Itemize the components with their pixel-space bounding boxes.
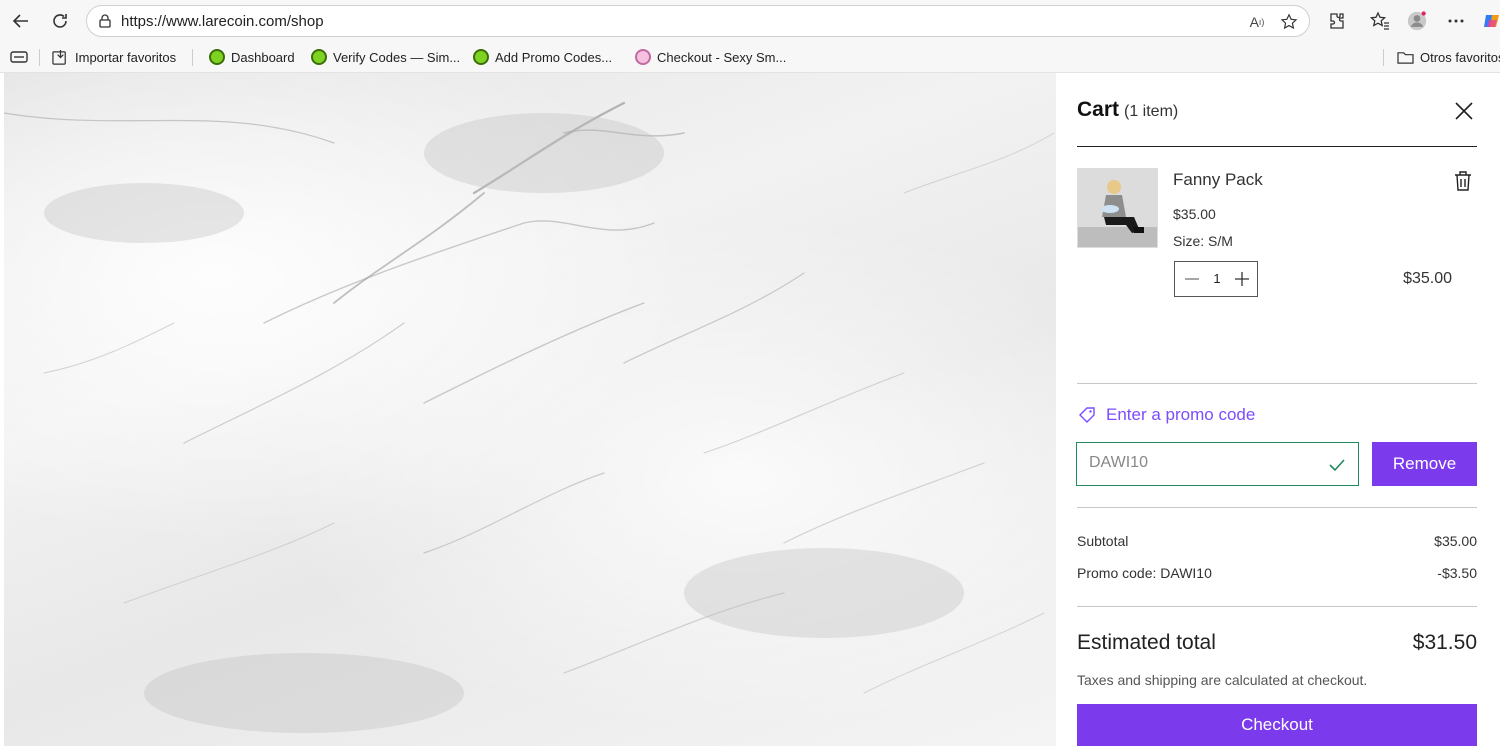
remove-promo-button[interactable]: Remove	[1372, 442, 1477, 486]
bookmark-verify-codes[interactable]: Verify Codes — Sim...	[311, 47, 460, 67]
browser-toolbar: https://www.larecoin.com/shop Aı)	[0, 0, 1500, 42]
item-size: Size: S/M	[1173, 233, 1233, 249]
increase-quantity-button[interactable]	[1233, 270, 1251, 288]
site-favicon	[635, 49, 651, 65]
item-line-total: $35.00	[1403, 270, 1452, 287]
checkout-button[interactable]: Checkout	[1077, 704, 1477, 746]
copilot-icon[interactable]	[1480, 9, 1500, 33]
minus-icon	[1185, 278, 1199, 280]
close-cart-button[interactable]	[1452, 99, 1476, 123]
url-text: https://www.larecoin.com/shop	[121, 13, 324, 30]
cart-title: Cart	[1077, 98, 1120, 121]
estimated-total-value: $31.50	[1412, 631, 1477, 654]
remove-item-button[interactable]	[1453, 170, 1473, 192]
back-button[interactable]	[8, 8, 34, 34]
bookmark-label: Importar favoritos	[75, 49, 177, 65]
import-favorites-icon	[52, 49, 66, 65]
promo-divider	[1077, 507, 1477, 508]
valid-check-icon	[1329, 459, 1345, 472]
bookmark-separator	[192, 49, 193, 66]
enter-promo-code-link[interactable]: Enter a promo code	[1077, 405, 1255, 425]
favorite-star-icon[interactable]	[1279, 12, 1299, 32]
subtotal-label: Subtotal	[1077, 533, 1129, 549]
bookmarks-bar: Importar favoritos Dashboard Verify Code…	[0, 42, 1500, 73]
refresh-icon	[53, 14, 67, 28]
trash-icon	[1455, 171, 1471, 191]
site-favicon	[473, 49, 489, 65]
bookmark-other-favorites[interactable]: Otros favoritos	[1397, 47, 1500, 67]
back-arrow-icon	[12, 14, 28, 28]
estimated-total-label: Estimated total	[1077, 631, 1216, 654]
more-menu-icon[interactable]	[1444, 9, 1468, 33]
promo-discount-value: -$3.50	[1437, 565, 1477, 581]
item-unit-price: $35.00	[1173, 206, 1216, 222]
tag-icon	[1079, 407, 1095, 423]
items-divider	[1077, 383, 1477, 384]
promo-link-label: Enter a promo code	[1106, 405, 1256, 424]
bookmark-separator	[1383, 49, 1384, 66]
promo-code-field	[1076, 442, 1359, 486]
bookmark-label: Add Promo Codes...	[495, 49, 613, 65]
bookmarks-menu-icon[interactable]	[10, 47, 28, 67]
decrease-quantity-button[interactable]	[1183, 270, 1201, 288]
product-thumbnail[interactable]	[1077, 168, 1158, 248]
marble-background-image	[4, 73, 1056, 746]
profile-avatar-icon[interactable]	[1405, 9, 1429, 33]
promo-code-input[interactable]	[1089, 454, 1309, 472]
tax-note: Taxes and shipping are calculated at che…	[1077, 672, 1368, 688]
promo-discount-label: Promo code: DAWI10	[1077, 565, 1212, 581]
bookmark-separator	[39, 49, 40, 66]
read-aloud-icon[interactable]: Aı)	[1247, 12, 1267, 32]
address-bar[interactable]: https://www.larecoin.com/shop Aı)	[86, 5, 1310, 37]
summary-divider	[1077, 606, 1477, 607]
plus-icon	[1235, 272, 1249, 286]
extensions-icon[interactable]	[1325, 9, 1349, 33]
bookmark-label: Verify Codes — Sim...	[333, 49, 461, 65]
site-favicon	[311, 49, 327, 65]
cart-item-count: (1 item)	[1124, 103, 1179, 120]
close-icon	[1455, 102, 1473, 120]
header-divider	[1077, 146, 1477, 147]
bookmark-dashboard[interactable]: Dashboard	[209, 47, 295, 67]
cart-panel: Cart (1 item) Fanny Pack $35.00 Size: S/…	[1056, 73, 1500, 746]
bookmark-import-favorites[interactable]: Importar favoritos	[52, 47, 176, 67]
lock-icon	[99, 14, 111, 28]
item-name[interactable]: Fanny Pack	[1173, 170, 1263, 190]
bookmark-label: Otros favoritos	[1420, 49, 1500, 65]
bookmark-label: Checkout - Sexy Sm...	[657, 49, 787, 65]
subtotal-value: $35.00	[1434, 533, 1477, 549]
bookmark-label: Dashboard	[231, 49, 295, 65]
favorites-list-icon[interactable]	[1368, 9, 1392, 33]
site-favicon	[209, 49, 225, 65]
quantity-value[interactable]: 1	[1207, 271, 1227, 286]
refresh-button[interactable]	[47, 8, 73, 34]
folder-icon	[1397, 51, 1414, 64]
quantity-stepper: 1	[1174, 261, 1258, 297]
bookmark-checkout[interactable]: Checkout - Sexy Sm...	[635, 47, 786, 67]
bookmark-add-promo-codes[interactable]: Add Promo Codes...	[473, 47, 612, 67]
